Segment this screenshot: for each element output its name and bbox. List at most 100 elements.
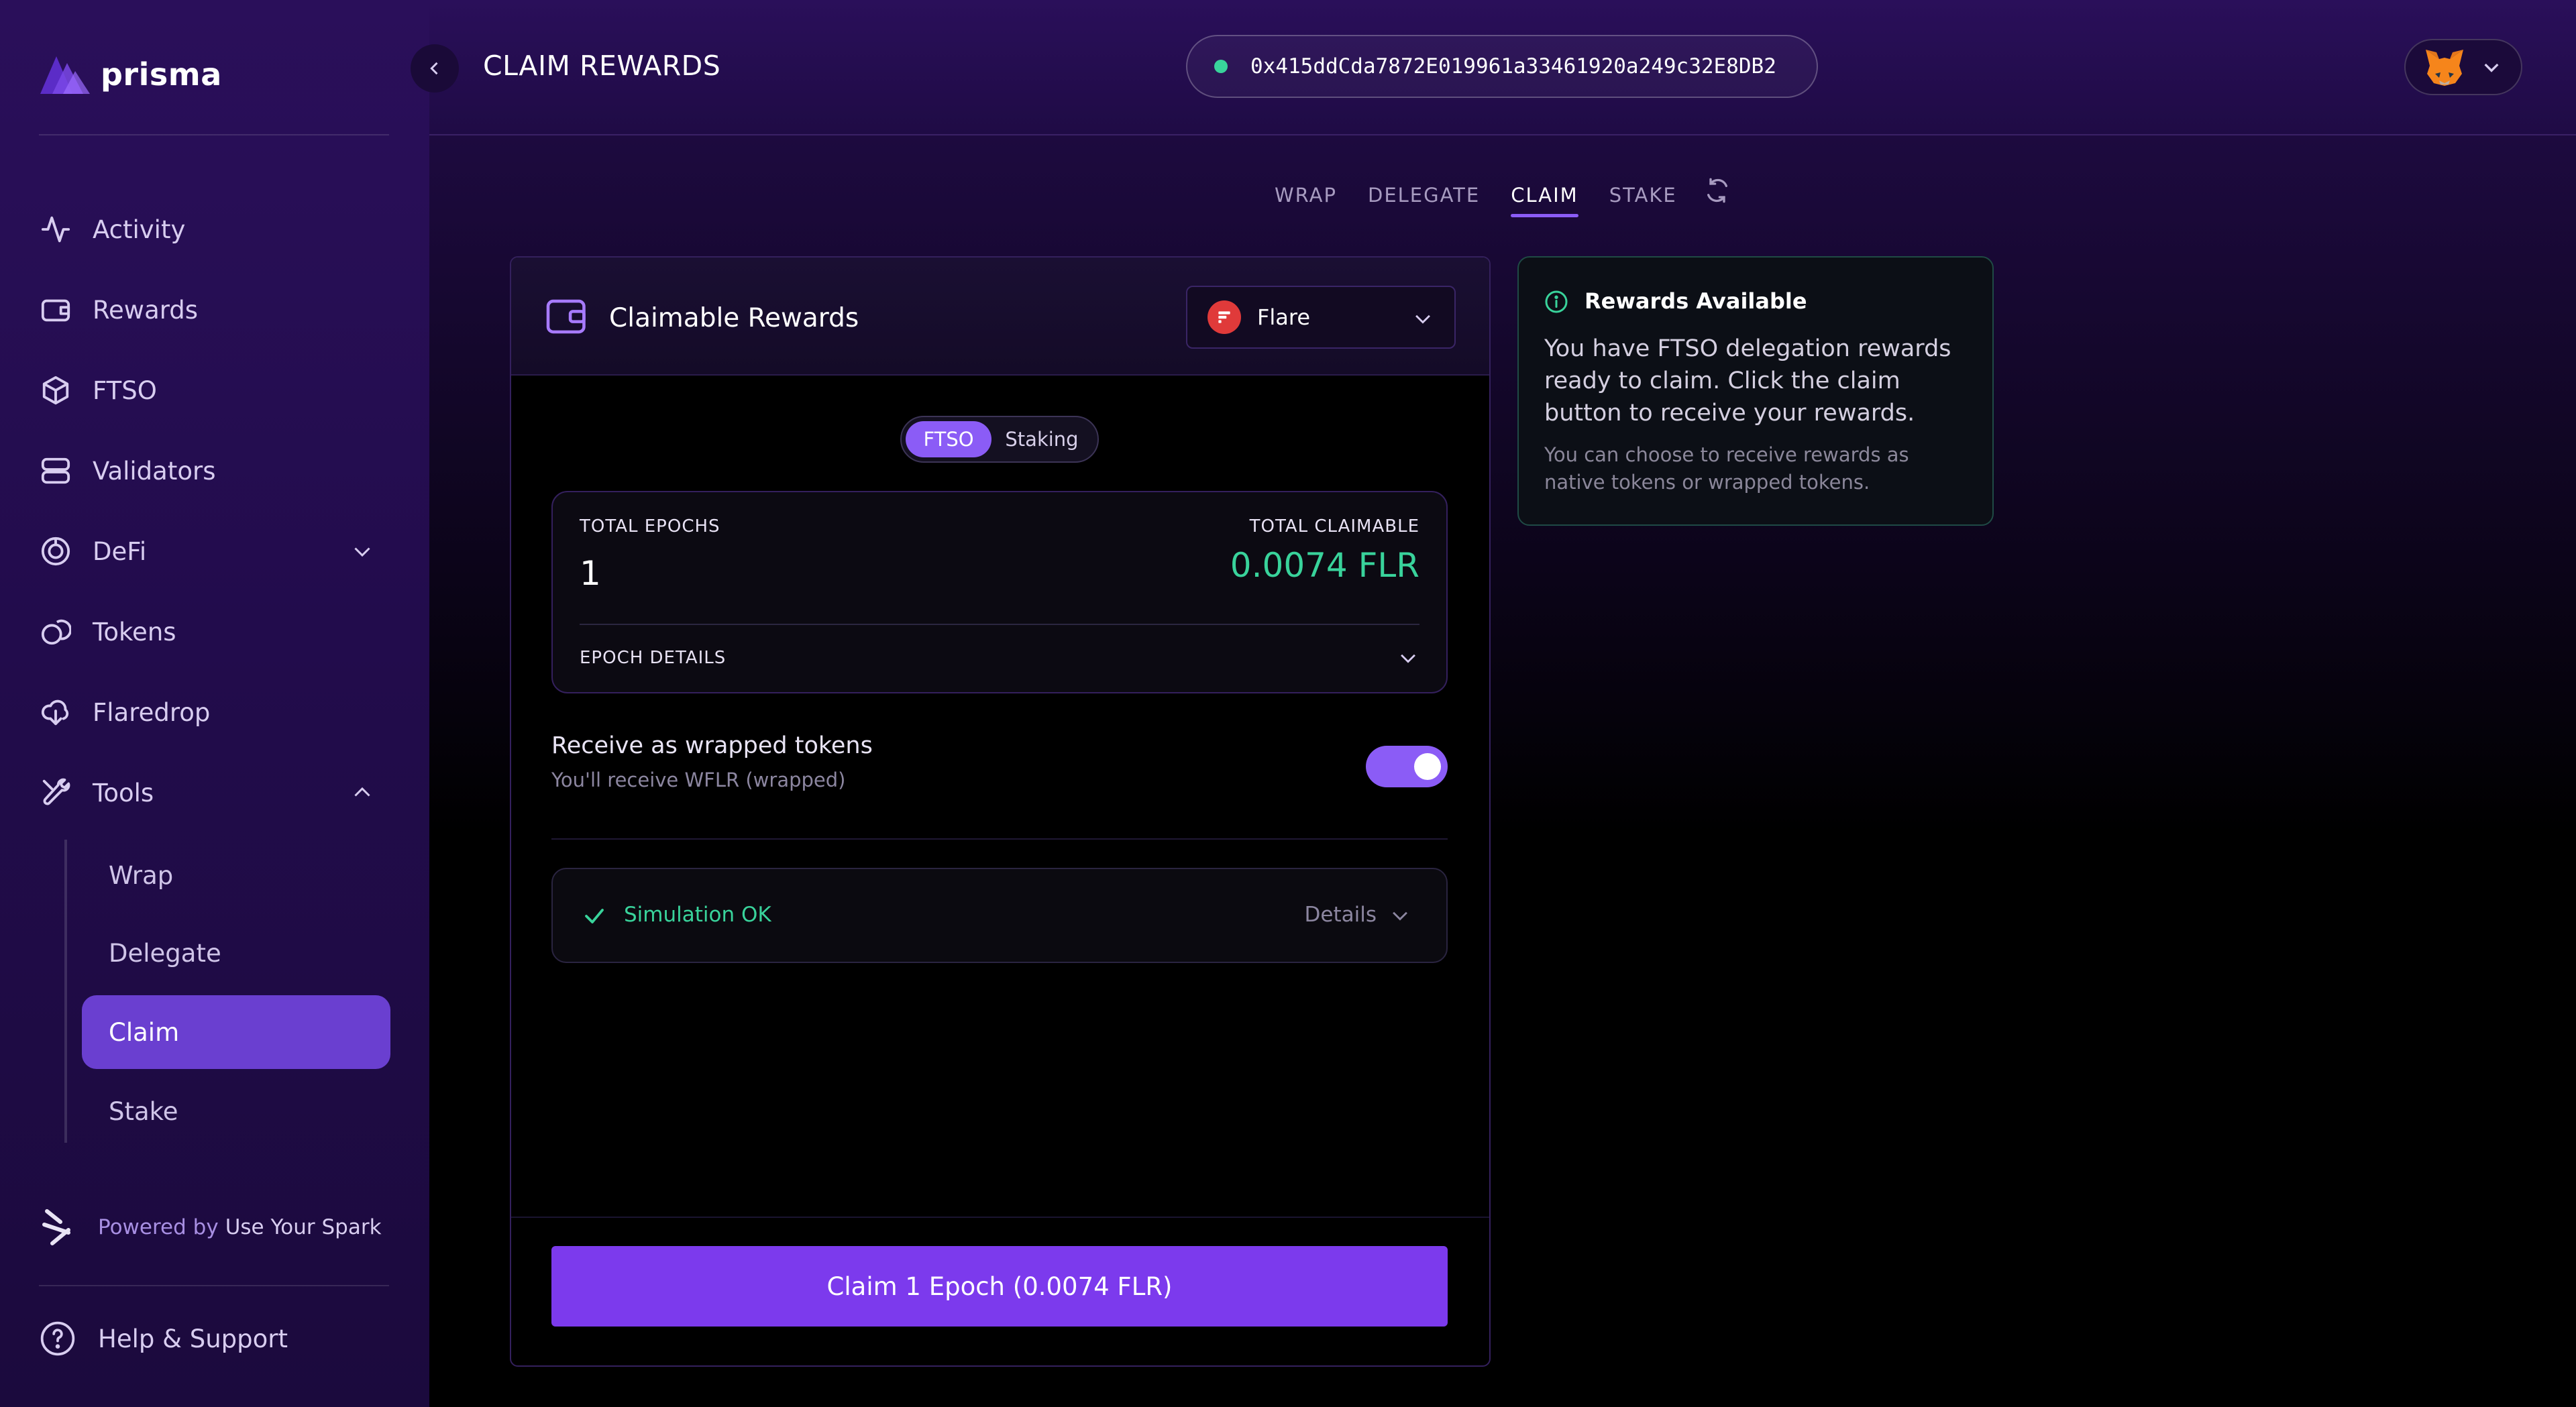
sidebar-subitem-label: Claim [109, 1017, 180, 1047]
sidebar-item-defi[interactable]: DeFi [39, 524, 389, 578]
simulation-details-toggle[interactable]: Details [1305, 903, 1377, 927]
cloud-download-icon [39, 695, 72, 729]
sidebar-subitem-delegate[interactable]: Delegate [82, 916, 390, 990]
sidebar-item-label: Validators [93, 456, 216, 486]
network-select[interactable]: Flare [1186, 286, 1456, 349]
tool-tabs: WRAP DELEGATE CLAIM STAKE [1275, 174, 1708, 217]
footer-divider [511, 1217, 1489, 1218]
sidebar-subitem-stake[interactable]: Stake [82, 1074, 390, 1148]
account-menu-button[interactable] [2404, 39, 2522, 95]
tab-wrap[interactable]: WRAP [1275, 184, 1337, 215]
wrapped-tokens-switch[interactable] [1366, 746, 1448, 787]
total-claimable-value: 0.0074 FLR [1230, 546, 1419, 585]
wrapped-tokens-title: Receive as wrapped tokens [551, 732, 873, 759]
help-support-label: Help & Support [98, 1324, 288, 1353]
activity-icon [39, 213, 72, 246]
chevron-down-icon [354, 547, 370, 557]
chevron-up-icon [354, 787, 370, 797]
sidebar: prisma Activity Rewards FTSO Validators … [0, 0, 429, 1407]
sidebar-subitem-label: Stake [109, 1096, 178, 1126]
claim-button[interactable]: Claim 1 Epoch (0.0074 FLR) [551, 1246, 1448, 1327]
chevron-down-icon[interactable] [1397, 646, 1419, 669]
summary-divider [580, 624, 1419, 625]
powered-by-name: Use Your Spark [225, 1215, 382, 1239]
sidebar-divider [39, 1285, 389, 1286]
sidebar-item-label: Rewards [93, 295, 199, 325]
card-title: Claimable Rewards [609, 303, 859, 333]
info-title: Rewards Available [1585, 288, 1807, 314]
refresh-icon[interactable] [1704, 177, 1731, 204]
info-icon [1545, 290, 1568, 313]
wrapped-tokens-subtitle: You'll receive WFLR (wrapped) [551, 769, 846, 791]
tools-subtree-line [64, 840, 67, 1143]
prisma-logo-icon [40, 56, 90, 94]
epoch-details-toggle[interactable]: EPOCH DETAILS [580, 648, 726, 668]
sidebar-item-activity[interactable]: Activity [39, 203, 389, 256]
wallet-address: 0x415ddCda7872E019961a33461920a249c32E8D… [1250, 54, 1776, 78]
sidebar-subitem-claim[interactable]: Claim [82, 995, 390, 1069]
flare-logo-icon [1208, 300, 1241, 334]
sidebar-item-label: Tools [93, 778, 154, 807]
wallet-icon [39, 293, 72, 327]
sidebar-subitem-label: Wrap [109, 860, 174, 890]
info-body: You have FTSO delegation rewards ready t… [1544, 335, 1951, 427]
sidebar-item-label: FTSO [93, 376, 157, 405]
chevron-left-icon [430, 62, 438, 75]
rewards-summary: TOTAL EPOCHS TOTAL CLAIMABLE 1 0.0074 FL… [551, 491, 1448, 693]
aperture-icon [39, 534, 72, 568]
chevron-down-icon[interactable] [1389, 904, 1411, 927]
sidebar-item-validators[interactable]: Validators [39, 444, 389, 498]
sidebar-item-label: Tokens [93, 617, 176, 646]
powered-by-link[interactable]: Powered by Use Your Spark [39, 1206, 382, 1249]
top-header: CLAIM REWARDS 0x415ddCda7872E019961a3346… [411, 0, 2576, 135]
brand[interactable]: prisma [39, 51, 222, 98]
claimable-rewards-card: Claimable Rewards Flare FTSO Staking TOT… [510, 256, 1491, 1367]
segment-ftso[interactable]: FTSO [906, 421, 991, 457]
sidebar-item-label: Flaredrop [93, 697, 211, 727]
tab-delegate[interactable]: DELEGATE [1368, 184, 1480, 215]
wallet-icon [546, 299, 586, 334]
sidebar-item-label: DeFi [93, 537, 147, 566]
sidebar-subitem-wrap[interactable]: Wrap [82, 838, 390, 912]
simulation-status-panel: Simulation OK Details [551, 868, 1448, 963]
card-header: Claimable Rewards Flare [511, 258, 1489, 376]
sidebar-item-rewards[interactable]: Rewards [39, 283, 389, 337]
metamask-fox-icon [2426, 50, 2463, 86]
collapse-sidebar-button[interactable] [411, 44, 459, 93]
segment-staking[interactable]: Staking [991, 421, 1092, 457]
chevron-down-icon [1415, 315, 1430, 324]
sidebar-item-flaredrop[interactable]: Flaredrop [39, 685, 389, 739]
check-icon [585, 909, 604, 923]
page-title: CLAIM REWARDS [483, 50, 721, 82]
tab-claim[interactable]: CLAIM [1511, 184, 1579, 217]
server-icon [39, 454, 72, 488]
info-note: You can choose to receive rewards as nat… [1544, 443, 1909, 494]
sidebar-item-ftso[interactable]: FTSO [39, 363, 389, 417]
wallet-address-pill[interactable]: 0x415ddCda7872E019961a33461920a249c32E8D… [1186, 35, 1818, 98]
powered-by-prefix: Powered by [98, 1215, 219, 1239]
spark-logo-icon [42, 1209, 70, 1245]
tools-icon [39, 776, 72, 809]
coins-icon [39, 615, 72, 649]
network-select-value: Flare [1257, 304, 1311, 330]
simulation-status: Simulation OK [624, 903, 771, 927]
rewards-info-card: Rewards Available You have FTSO delegati… [1517, 256, 1994, 526]
brand-name: prisma [101, 56, 222, 93]
sidebar-item-tools[interactable]: Tools [39, 766, 389, 820]
switch-knob [1414, 753, 1441, 780]
main-content: WRAP DELEGATE CLAIM STAKE Claimable Rewa… [429, 135, 2576, 1407]
help-support-link[interactable]: Help & Support [39, 1320, 288, 1357]
sidebar-subitem-label: Delegate [109, 938, 221, 968]
sidebar-item-tokens[interactable]: Tokens [39, 605, 389, 659]
total-epochs-label: TOTAL EPOCHS [580, 516, 720, 537]
connection-status-dot [1214, 60, 1228, 73]
total-claimable-label: TOTAL CLAIMABLE [1249, 516, 1419, 537]
reward-type-toggle: FTSO Staking [900, 416, 1099, 463]
sidebar-divider [39, 134, 389, 135]
chevron-down-icon [2484, 63, 2499, 72]
section-divider [551, 838, 1448, 840]
wrapped-tokens-option: Receive as wrapped tokens You'll receive… [551, 731, 1448, 798]
cube-icon [39, 374, 72, 407]
help-circle-icon [40, 1321, 75, 1356]
tab-stake[interactable]: STAKE [1609, 184, 1677, 215]
